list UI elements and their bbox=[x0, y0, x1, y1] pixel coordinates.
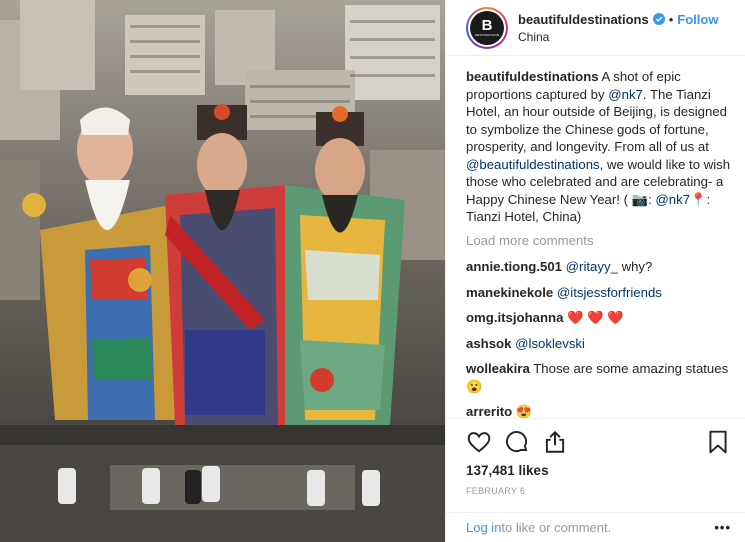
load-more-comments-button[interactable]: Load more comments bbox=[466, 232, 731, 250]
header-username[interactable]: beautifuldestinations bbox=[518, 12, 649, 27]
login-link[interactable]: Log in bbox=[466, 520, 501, 535]
post-caption: beautifuldestinations A shot of epic pro… bbox=[466, 68, 731, 226]
caption-mention-3[interactable]: @nk7 bbox=[655, 192, 690, 207]
instagram-post: B DESTINATIONS beautifuldestinations • F… bbox=[0, 0, 745, 542]
comment-item: manekinekole @itsjessforfriends bbox=[466, 284, 731, 302]
comment-item: annie.tiong.501 @ritayy_ why? bbox=[466, 258, 731, 276]
comment-list: annie.tiong.501 @ritayy_ why? manekinekol… bbox=[466, 258, 731, 418]
comment-item: ashsok @lsoklevski bbox=[466, 335, 731, 353]
comment-username[interactable]: arrerito bbox=[466, 404, 512, 418]
post-date[interactable]: FEBRUARY 6 bbox=[466, 486, 731, 496]
pin-emoji: 📍 bbox=[690, 191, 707, 207]
avatar-ring: B DESTINATIONS bbox=[468, 8, 506, 47]
header-separator: • bbox=[668, 11, 674, 27]
comment-mention[interactable]: @ritayy_ bbox=[566, 259, 618, 274]
comment-text: ❤️ ❤️ ❤️ bbox=[567, 310, 624, 325]
comments-section: beautifuldestinations A shot of epic pro… bbox=[466, 68, 731, 418]
caption-username[interactable]: beautifuldestinations bbox=[466, 69, 599, 84]
comment-mention[interactable]: @itsjessforfriends bbox=[557, 285, 662, 300]
bookmark-icon[interactable] bbox=[705, 429, 731, 455]
heart-icon[interactable] bbox=[466, 429, 492, 455]
avatar-logo: B DESTINATIONS bbox=[470, 10, 504, 45]
avatar[interactable]: B DESTINATIONS bbox=[466, 6, 508, 49]
camera-emoji: 📷 bbox=[631, 191, 649, 207]
comment-icon[interactable] bbox=[504, 429, 530, 455]
avatar-small-text: DESTINATIONS bbox=[474, 32, 500, 37]
comment-text: 😍 bbox=[515, 404, 533, 418]
action-icons bbox=[466, 429, 731, 455]
comment-username[interactable]: ashsok bbox=[466, 336, 511, 351]
avatar-letter: B bbox=[481, 16, 493, 34]
location-label[interactable]: China bbox=[518, 30, 718, 44]
login-text: to like or comment. bbox=[501, 520, 612, 535]
tianzi-hotel-photo bbox=[0, 0, 445, 542]
comment-item: arrerito 😍 bbox=[466, 403, 731, 418]
post-photo[interactable] bbox=[0, 0, 445, 542]
comment-item: wolleakira Those are some amazing statue… bbox=[466, 360, 731, 395]
comment-item: omg.itsjohanna ❤️ ❤️ ❤️ bbox=[466, 309, 731, 327]
comment-username[interactable]: manekinekole bbox=[466, 285, 553, 300]
comment-mention[interactable]: @lsoklevski bbox=[515, 336, 585, 351]
verified-badge-icon bbox=[652, 13, 665, 25]
comment-text: why? bbox=[617, 259, 653, 274]
comment-username[interactable]: wolleakira bbox=[466, 361, 530, 376]
post-sidebar: B DESTINATIONS beautifuldestinations • F… bbox=[445, 0, 745, 542]
header-row: beautifuldestinations • Follow bbox=[518, 12, 718, 27]
post-actions: 137,481 likes FEBRUARY 6 bbox=[446, 418, 745, 496]
likes-count[interactable]: 137,481 likes bbox=[466, 463, 731, 478]
comment-username[interactable]: annie.tiong.501 bbox=[466, 259, 562, 274]
login-bar: Log in to like or comment. ••• bbox=[446, 512, 745, 542]
follow-button[interactable]: Follow bbox=[677, 12, 718, 27]
comment-username[interactable]: omg.itsjohanna bbox=[466, 310, 563, 325]
more-options-icon[interactable]: ••• bbox=[714, 520, 731, 535]
caption-mention-2[interactable]: @beautifuldestinations bbox=[466, 157, 600, 172]
post-header: B DESTINATIONS beautifuldestinations • F… bbox=[446, 0, 745, 56]
header-text: beautifuldestinations • Follow China bbox=[518, 12, 718, 44]
caption-mention-1[interactable]: @nk7 bbox=[608, 87, 643, 102]
share-icon[interactable] bbox=[542, 429, 568, 455]
